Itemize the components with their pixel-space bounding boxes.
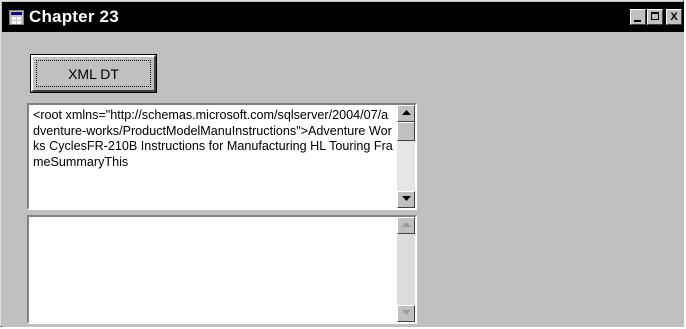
scroll-up-button[interactable] (397, 217, 415, 234)
xml-dt-button[interactable]: XML DT (30, 54, 157, 93)
maximize-button[interactable] (647, 9, 663, 25)
scroll-thumb[interactable] (397, 122, 415, 141)
scroll-down-button[interactable] (397, 305, 415, 322)
window-app-icon[interactable] (9, 10, 24, 25)
scroll-down-button[interactable] (397, 191, 415, 208)
chevron-down-icon (402, 310, 411, 315)
secondary-textbox[interactable] (27, 215, 417, 324)
chevron-down-icon (402, 196, 411, 201)
xml-dt-button-label: XML DT (36, 60, 151, 87)
secondary-scrollbar[interactable] (397, 217, 415, 322)
chevron-up-icon (402, 222, 411, 227)
minimize-button[interactable] (630, 9, 646, 25)
chevron-up-icon (402, 110, 411, 115)
scroll-up-button[interactable] (397, 105, 415, 122)
close-button[interactable]: X (666, 9, 682, 25)
xml-output-text: <root xmlns="http://schemas.microsoft.co… (33, 108, 393, 169)
form-client-area: XML DT <root xmlns="http://schemas.micro… (2, 32, 684, 327)
maximize-icon (651, 12, 659, 20)
xml-output-scrollbar[interactable] (397, 105, 415, 208)
main-window: Chapter 23 X XML DT <root xmlns="http://… (0, 0, 684, 327)
xml-output-textbox[interactable]: <root xmlns="http://schemas.microsoft.co… (27, 103, 417, 210)
close-icon: X (670, 11, 678, 23)
minimize-icon (634, 20, 641, 22)
title-bar[interactable]: Chapter 23 X (2, 2, 684, 32)
window-title: Chapter 23 (29, 7, 119, 26)
